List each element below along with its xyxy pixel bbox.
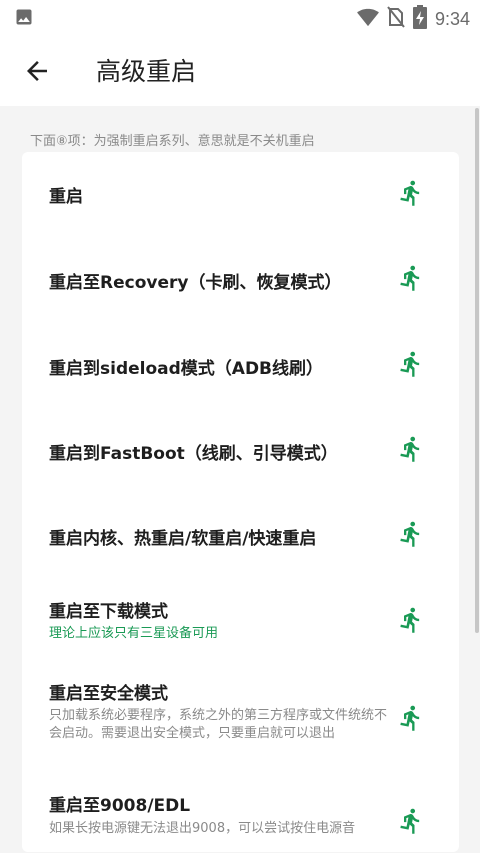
back-button[interactable] (22, 56, 52, 86)
arrow-back-icon (27, 61, 47, 81)
item-title: 重启 (49, 187, 83, 207)
run-icon[interactable] (397, 350, 425, 378)
list-item-download-mode[interactable]: 重启至下载模式 理论上应该只有三星设备可用 (22, 577, 459, 669)
list-item-sideload[interactable]: 重启到sideload模式（ADB线刷） (22, 322, 459, 407)
item-title: 重启内核、热重启/软重启/快速重启 (49, 529, 317, 549)
run-icon[interactable] (397, 435, 425, 463)
no-sim-icon (387, 6, 405, 32)
scrollbar-thumb[interactable] (475, 108, 479, 633)
list-item-edl[interactable]: 重启至9008/EDL 如果长按电源键无法退出9008，可以尝试按住电源音 (22, 783, 459, 852)
image-icon (14, 7, 34, 31)
status-time: 9:34 (434, 8, 470, 29)
item-desc: 只加载系统必要程序，系统之外的第三方程序或文件统统不会启动。需要退出安全模式，只… (49, 708, 388, 741)
list-item-fastboot[interactable]: 重启到FastBoot（线刷、引导模式） (22, 407, 459, 492)
app-bar: 高级重启 (0, 34, 480, 106)
run-icon[interactable] (397, 520, 425, 548)
page-title: 高级重启 (96, 57, 197, 86)
reboot-options-card: 重启 重启至Recovery（卡刷、恢复模式） 重启到sideload模式（AD… (22, 152, 459, 852)
run-icon[interactable] (397, 606, 425, 634)
list-item-reboot[interactable]: 重启 (22, 152, 459, 236)
item-title: 重启到sideload模式（ADB线刷） (49, 359, 324, 379)
run-icon[interactable] (397, 264, 425, 292)
list-item-soft-reboot[interactable]: 重启内核、热重启/软重启/快速重启 (22, 492, 459, 577)
item-desc: 如果长按电源键无法退出9008，可以尝试按住电源音 (49, 821, 356, 836)
item-title: 重启至下载模式 (49, 602, 168, 622)
status-bar: 9:34 (0, 0, 480, 34)
run-icon[interactable] (397, 704, 425, 732)
item-title: 重启至Recovery（卡刷、恢复模式） (49, 273, 342, 293)
item-desc: 理论上应该只有三星设备可用 (49, 626, 219, 641)
item-title: 重启到FastBoot（线刷、引导模式） (49, 444, 338, 464)
list-item-recovery[interactable]: 重启至Recovery（卡刷、恢复模式） (22, 236, 459, 322)
wifi-icon (357, 7, 379, 31)
run-icon[interactable] (397, 179, 425, 207)
item-title: 重启至9008/EDL (49, 796, 191, 816)
list-item-safe-mode[interactable]: 重启至安全模式 只加载系统必要程序，系统之外的第三方程序或文件统统不会启动。需要… (22, 669, 459, 783)
item-title: 重启至安全模式 (49, 684, 168, 704)
run-icon[interactable] (397, 807, 425, 835)
section-hint: 下面⑧项：为强制重启系列、意思就是不关机重启 (30, 134, 315, 149)
battery-charging-icon (412, 5, 427, 33)
